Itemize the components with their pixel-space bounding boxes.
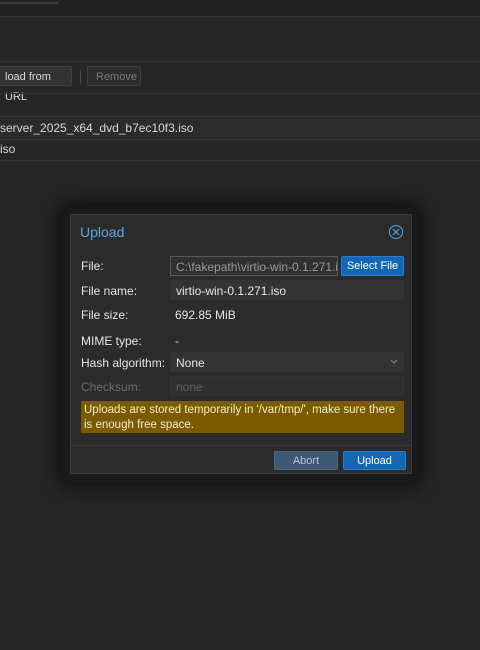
close-icon[interactable] (389, 225, 403, 239)
divider (71, 445, 411, 446)
storage-warning: Uploads are stored temporarily in '/var/… (81, 401, 404, 433)
divider (0, 93, 480, 94)
upload-button[interactable]: Upload (343, 451, 406, 470)
list-item[interactable]: server_2025_x64_dvd_b7ec10f3.iso (0, 118, 480, 138)
filename-label: File name: (81, 284, 138, 298)
abort-button[interactable]: Abort (274, 451, 338, 470)
upload-from-url-button[interactable]: load from URL (0, 66, 72, 103)
dialog-header: Upload (71, 215, 411, 249)
hash-algorithm-label: Hash algorithm: (81, 356, 166, 370)
file-label: File: (81, 259, 104, 273)
mime-type-label: MIME type: (81, 334, 142, 348)
divider (0, 116, 480, 117)
select-file-button[interactable]: Select File (341, 256, 404, 276)
checksum-label: Checksum: (81, 380, 142, 394)
divider (0, 160, 480, 161)
list-item-label: iso (0, 142, 16, 156)
dialog-title: Upload (80, 224, 125, 240)
upload-dialog: Upload File: C:\fakepath\virtio-win-0.1.… (70, 214, 412, 474)
filesize-label: File size: (81, 308, 129, 322)
list-item-label: server_2025_x64_dvd_b7ec10f3.iso (0, 121, 194, 135)
divider (0, 61, 480, 62)
hash-algorithm-value: None (176, 356, 205, 370)
chevron-down-icon (390, 359, 398, 364)
filesize-value: 692.85 MiB (175, 308, 236, 322)
filename-field[interactable]: virtio-win-0.1.271.iso (170, 280, 404, 300)
file-path-field[interactable]: C:\fakepath\virtio-win-0.1.271.iso (170, 256, 338, 276)
checksum-field[interactable]: none (170, 376, 404, 396)
remove-button[interactable]: Remove (87, 66, 141, 86)
hash-algorithm-select[interactable]: None (170, 352, 404, 372)
active-tab-indicator (0, 2, 58, 4)
mime-type-value: - (175, 334, 179, 348)
list-item[interactable]: iso (0, 139, 480, 159)
toolbar-separator (80, 70, 81, 84)
tab-strip (0, 0, 480, 17)
